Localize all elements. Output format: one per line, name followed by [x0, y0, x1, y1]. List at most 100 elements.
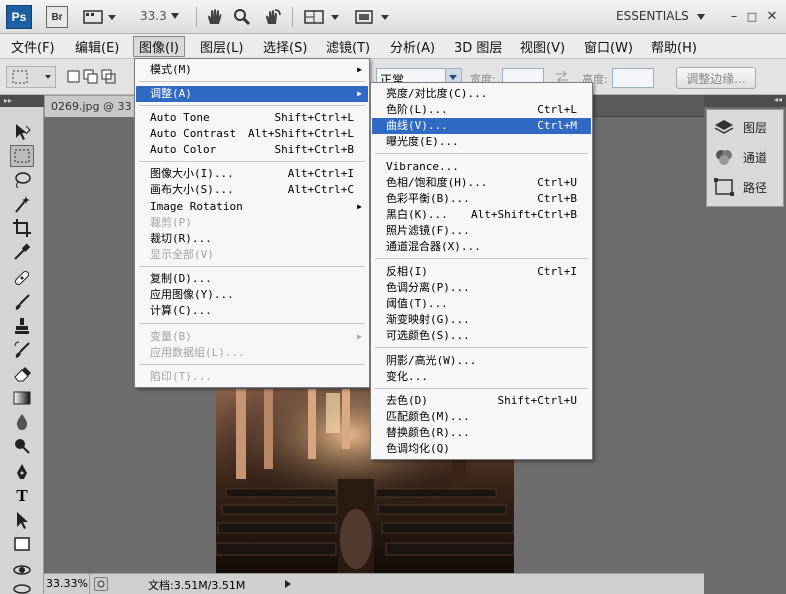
menu-item-levels[interactable]: 色阶(L)... Ctrl+L: [372, 102, 591, 118]
arrange-documents-button[interactable]: [302, 5, 344, 29]
eyedropper-tool[interactable]: [10, 241, 34, 263]
menu-item-threshold[interactable]: 阈值(T)...: [372, 296, 591, 312]
move-tool[interactable]: [10, 121, 34, 143]
menu-item-image-rotation[interactable]: Image Rotation ▶: [136, 199, 368, 215]
status-zoom-field[interactable]: 33.33%: [44, 574, 90, 594]
healing-brush-tool[interactable]: [10, 267, 34, 289]
menu-item-variations[interactable]: 变化...: [372, 369, 591, 385]
pen-tool[interactable]: [10, 461, 34, 483]
menu-file[interactable]: 文件(F): [6, 36, 60, 57]
menu-item-selective-color[interactable]: 可选颜色(S)...: [372, 328, 591, 344]
blur-tool[interactable]: [10, 411, 34, 433]
menu-image[interactable]: 图像(I): [133, 36, 185, 57]
zoom-tool-button[interactable]: [230, 5, 254, 29]
menu-item-reveal-all[interactable]: 显示全部(V): [136, 247, 368, 263]
brush-tool[interactable]: [10, 291, 34, 313]
layers-panel-button[interactable]: 图层: [713, 114, 783, 140]
clone-stamp-tool[interactable]: [10, 315, 34, 337]
menu-item-curves[interactable]: 曲线(V)... Ctrl+M: [372, 118, 591, 134]
menu-separator: [375, 153, 588, 154]
menu-item-black-white[interactable]: 黑白(K)... Alt+Shift+Ctrl+B: [372, 207, 591, 223]
maximize-button[interactable]: □: [744, 8, 760, 24]
menu-item-trim[interactable]: 裁切(R)...: [136, 231, 368, 247]
crop-tool[interactable]: [10, 217, 34, 239]
menu-select[interactable]: 选择(S): [258, 36, 312, 57]
menu-item-apply-data-set[interactable]: 应用数据组(L)...: [136, 345, 368, 361]
menu-item-brightness-contrast[interactable]: 亮度/对比度(C)...: [372, 86, 591, 102]
menu-item-mode[interactable]: 模式(M) ▶: [136, 62, 368, 78]
drop-icon: [16, 414, 28, 430]
status-menu-arrow[interactable]: [284, 578, 292, 592]
minimize-icon: –: [730, 8, 738, 24]
menu-layer[interactable]: 图层(L): [195, 36, 248, 57]
paths-panel-button[interactable]: 路径: [713, 174, 783, 200]
menu-item-desaturate[interactable]: 去色(D) Shift+Ctrl+U: [372, 393, 591, 409]
view-extras-button[interactable]: [80, 5, 120, 29]
status-info-button[interactable]: [94, 577, 108, 591]
menu-item-hue-saturation[interactable]: 色相/饱和度(H)... Ctrl+U: [372, 175, 591, 191]
selection-mode-buttons[interactable]: [66, 67, 132, 87]
menu-item-match-color[interactable]: 匹配颜色(M)...: [372, 409, 591, 425]
menu-help[interactable]: 帮助(H): [646, 36, 702, 57]
menu-window[interactable]: 窗口(W): [579, 36, 638, 57]
menu-item-auto-tone[interactable]: Auto Tone Shift+Ctrl+L: [136, 110, 368, 126]
menu-separator: [139, 323, 365, 324]
rotate-view-button[interactable]: [260, 5, 284, 29]
menu-item-auto-contrast[interactable]: Auto Contrast Alt+Shift+Ctrl+L: [136, 126, 368, 142]
panel-dock-header[interactable]: ◂◂: [704, 95, 786, 107]
channels-panel-button[interactable]: 通道: [713, 144, 783, 170]
tool-preset-picker[interactable]: [6, 66, 56, 88]
menu-item-duplicate[interactable]: 复制(D)...: [136, 271, 368, 287]
hand-tool-button[interactable]: [202, 5, 226, 29]
menu-item-color-balance[interactable]: 色彩平衡(B)... Ctrl+B: [372, 191, 591, 207]
menu-item-canvas-size[interactable]: 画布大小(S)... Alt+Ctrl+C: [136, 182, 368, 198]
eraser-tool[interactable]: [10, 363, 34, 385]
menu-item-crop[interactable]: 裁剪(P): [136, 215, 368, 231]
workspace-switcher[interactable]: ESSENTIALS: [616, 8, 716, 26]
rectangular-marquee-tool[interactable]: [10, 145, 34, 167]
minimize-button[interactable]: –: [726, 8, 742, 24]
lasso-tool[interactable]: [10, 169, 34, 191]
menu-item-shadows-highlights[interactable]: 阴影/高光(W)...: [372, 353, 591, 369]
menu-item-vibrance[interactable]: Vibrance...: [372, 159, 591, 175]
menu-item-exposure[interactable]: 曝光度(E)...: [372, 134, 591, 150]
screen-mode-button[interactable]: [352, 5, 394, 29]
dodge-tool[interactable]: [10, 435, 34, 457]
menu-item-auto-color[interactable]: Auto Color Shift+Ctrl+B: [136, 142, 368, 158]
rectangle-tool[interactable]: [10, 533, 34, 555]
menu-item-calculations[interactable]: 计算(C)...: [136, 303, 368, 319]
menu-item-trap[interactable]: 陷印(T)...: [136, 369, 368, 385]
marquee-preset-icon: [12, 70, 51, 84]
quick-selection-tool[interactable]: [10, 193, 34, 215]
magic-wand-icon: [15, 196, 30, 213]
height-input[interactable]: [612, 68, 654, 88]
menu-separator: [375, 258, 588, 259]
history-brush-tool[interactable]: [10, 339, 34, 361]
menu-filter[interactable]: 滤镜(T): [321, 36, 375, 57]
menu-item-variables[interactable]: 变量(B) ▶: [136, 329, 368, 345]
gradient-tool[interactable]: [10, 387, 34, 409]
menu-edit[interactable]: 编辑(E): [70, 36, 124, 57]
menu-item-posterize[interactable]: 色调分离(P)...: [372, 280, 591, 296]
bridge-button[interactable]: Br: [46, 6, 68, 28]
3d-orbit-tool[interactable]: [10, 577, 34, 594]
menu-item-adjustments[interactable]: 调整(A) ▶: [136, 86, 368, 102]
tools-panel-header[interactable]: ▸▸: [0, 95, 44, 107]
menu-item-channel-mixer[interactable]: 通道混合器(X)...: [372, 239, 591, 255]
menu-item-apply-image[interactable]: 应用图像(Y)...: [136, 287, 368, 303]
refine-edge-button[interactable]: 调整边缘...: [676, 67, 756, 89]
menu-item-equalize[interactable]: 色调均化(Q): [372, 441, 591, 457]
type-tool[interactable]: T: [10, 485, 34, 507]
menu-analysis[interactable]: 分析(A): [385, 36, 440, 57]
document-tab[interactable]: 0269.jpg @ 33: [44, 95, 140, 117]
menu-item-gradient-map[interactable]: 渐变映射(G)...: [372, 312, 591, 328]
menu-item-replace-color[interactable]: 替换颜色(R)...: [372, 425, 591, 441]
menu-3d[interactable]: 3D 图层: [449, 36, 507, 57]
menu-view[interactable]: 视图(V): [515, 36, 570, 57]
close-button[interactable]: ✕: [764, 8, 780, 24]
menu-item-image-size[interactable]: 图像大小(I)... Alt+Ctrl+I: [136, 166, 368, 182]
menu-item-invert[interactable]: 反相(I) Ctrl+I: [372, 264, 591, 280]
menu-item-photo-filter[interactable]: 照片滤镜(F)...: [372, 223, 591, 239]
zoom-level-select[interactable]: 33.3: [132, 8, 190, 26]
path-selection-tool[interactable]: [10, 509, 34, 531]
